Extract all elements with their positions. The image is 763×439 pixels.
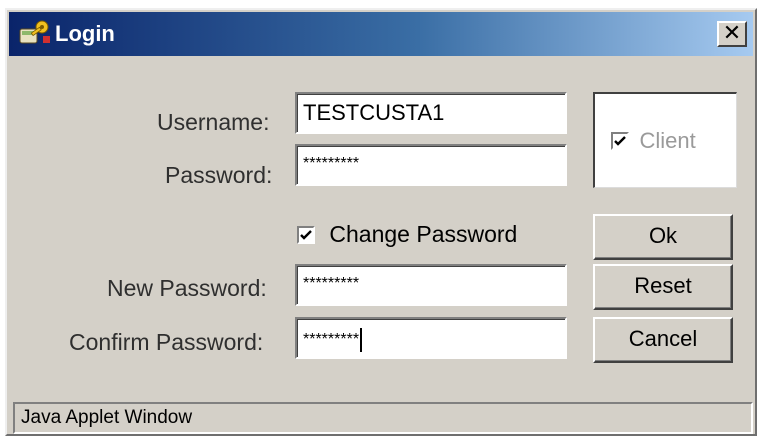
close-icon: ✕ bbox=[722, 20, 742, 45]
close-button[interactable]: ✕ bbox=[717, 21, 747, 47]
key-icon bbox=[19, 20, 50, 44]
username-label: Username: bbox=[157, 109, 270, 135]
password-value: ********* bbox=[303, 155, 360, 172]
new-password-label: New Password: bbox=[107, 275, 267, 301]
client-checkbox[interactable] bbox=[611, 132, 629, 150]
status-text: Java Applet Window bbox=[21, 407, 193, 428]
client-group: Client bbox=[593, 92, 737, 188]
client-label: Client bbox=[639, 128, 696, 153]
new-password-value: ********* bbox=[303, 275, 360, 292]
title-bar[interactable]: Login ✕ bbox=[9, 12, 753, 56]
checkmark-icon bbox=[300, 230, 312, 240]
password-label: Password: bbox=[165, 162, 273, 188]
text-caret bbox=[360, 328, 363, 352]
cancel-button[interactable]: Cancel bbox=[593, 317, 733, 363]
window-title: Login bbox=[55, 21, 115, 46]
password-input[interactable]: ********* bbox=[295, 144, 567, 186]
username-value: TESTCUSTA1 bbox=[303, 100, 445, 125]
checkmark-icon bbox=[614, 136, 626, 146]
reset-button[interactable]: Reset bbox=[593, 264, 733, 310]
new-password-input[interactable]: ********* bbox=[295, 264, 567, 306]
confirm-password-value: ********* bbox=[303, 331, 360, 349]
change-password-label: Change Password bbox=[329, 221, 518, 248]
confirm-password-input[interactable]: ********* bbox=[295, 317, 567, 359]
ok-button[interactable]: Ok bbox=[593, 214, 733, 260]
status-bar: Java Applet Window bbox=[13, 402, 753, 434]
confirm-password-label: Confirm Password: bbox=[69, 329, 264, 355]
client-checkbox-row[interactable]: Client bbox=[611, 128, 696, 154]
change-password-checkbox[interactable] bbox=[297, 225, 315, 244]
username-input[interactable]: TESTCUSTA1 bbox=[295, 92, 567, 134]
change-password-row[interactable]: Change Password bbox=[297, 220, 517, 248]
login-window: Login ✕ Username: TESTCUSTA1 Password: *… bbox=[5, 8, 757, 436]
